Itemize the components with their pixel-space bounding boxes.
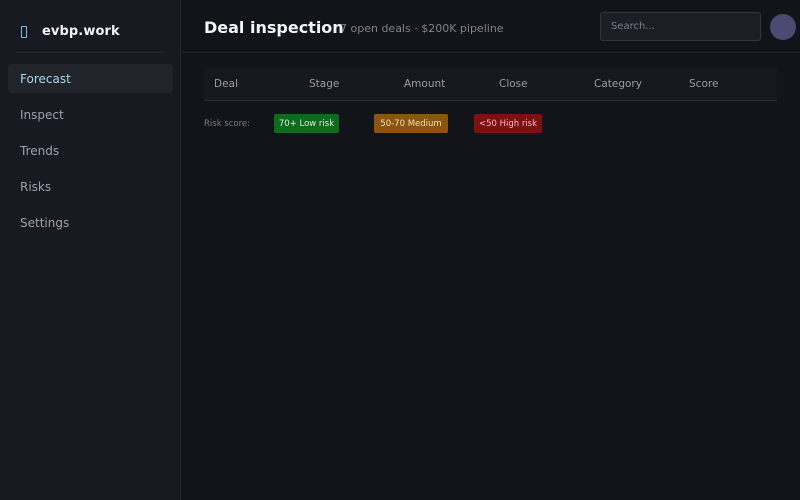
page-subtitle: 7 open deals · $200K pipeline [340,22,504,35]
sidebar-item-forecast[interactable]: Forecast [8,64,173,93]
sidebar-item-label: Inspect [20,107,64,122]
avatar[interactable] [770,14,796,40]
risk-badge-medium: 50-70 Medium [374,114,448,133]
column-header-close[interactable]: Close [499,78,528,90]
column-header-category[interactable]: Category [594,78,642,90]
brand[interactable]: evbp.work [16,18,164,53]
search-input[interactable] [600,12,761,41]
sidebar-item-inspect[interactable]: Inspect [8,100,173,129]
column-header-amount[interactable]: Amount [404,78,445,90]
sidebar-item-settings[interactable]: Settings [8,208,173,237]
risk-badge-high: <50 High risk [474,114,542,133]
topbar: Deal inspection 7 open deals · $200K pip… [181,0,800,53]
sidebar-nav: Forecast Inspect Trends Risks Settings [8,64,173,244]
sidebar-item-trends[interactable]: Trends [8,136,173,165]
sidebar-item-risks[interactable]: Risks [8,172,173,201]
column-header-stage[interactable]: Stage [309,78,339,90]
sidebar-item-label: Trends [20,143,60,158]
risk-legend-label: Risk score: [204,119,251,129]
sidebar-item-label: Settings [20,215,70,230]
sidebar-item-label: Risks [20,179,52,194]
table-header: Deal Stage Amount Close Category Score [204,68,777,101]
page-title: Deal inspection [204,18,344,37]
app-window: evbp.work Forecast Inspect Trends Risks … [0,0,800,500]
column-header-score[interactable]: Score [689,78,718,90]
brand-name: evbp.work [42,24,120,39]
sidebar: evbp.work Forecast Inspect Trends Risks … [0,0,181,500]
logo-icon [21,26,27,38]
column-header-deal[interactable]: Deal [214,78,238,90]
risk-badge-low: 70+ Low risk [274,114,339,133]
sidebar-item-label: Forecast [20,71,71,86]
